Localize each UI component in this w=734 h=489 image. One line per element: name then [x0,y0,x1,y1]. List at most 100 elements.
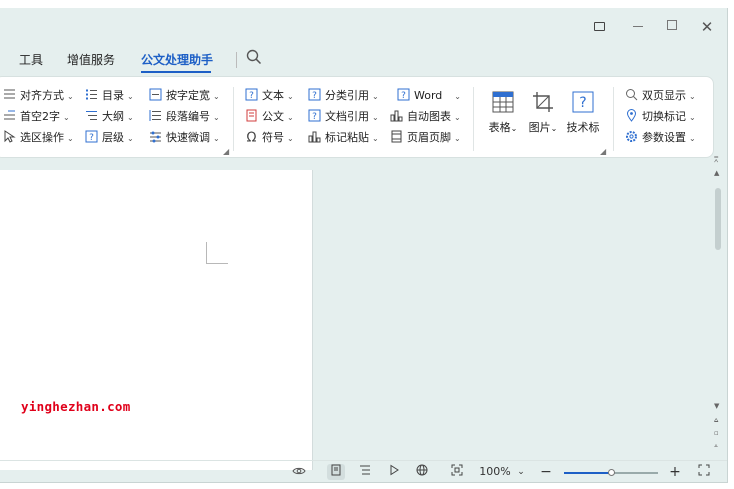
numbered-list-icon [149,110,161,121]
gear-icon [626,131,637,142]
scrollbar-thumb[interactable] [715,188,721,250]
scroll-top-icon[interactable]: ⩞ [714,156,718,165]
web-view-icon[interactable] [413,464,431,480]
scroll-up-icon[interactable]: ▲ [714,169,719,177]
text-label: 文本 [262,89,284,102]
header-footer-button[interactable]: 页眉页脚 ⌄ [390,129,461,147]
maximize-icon[interactable] [662,17,682,37]
restore-icon[interactable] [589,17,609,37]
toggle-mark-button[interactable]: 切换标记 ⌄ [625,108,696,126]
title-bar: ✕ [0,8,727,44]
auto-chart-label: 自动图表 [407,110,451,123]
image-label: 图片 [528,121,551,134]
toc-label: 目录 [102,89,124,102]
align-icon [4,89,15,99]
level-button[interactable]: ? 层级 ⌄ [85,129,134,147]
tech-mark-button[interactable]: ? 技术标 [566,91,600,135]
chevron-down-icon: ⌄ [213,113,220,122]
toc-button[interactable]: 目录 ⌄ [85,87,134,105]
page-view-icon[interactable] [327,464,345,480]
group-launcher-icon[interactable]: ◢ [223,147,229,156]
chart-icon [390,110,403,122]
symbol-button[interactable]: Ω 符号 ⌄ [245,129,294,147]
vertical-scrollbar[interactable]: ⩞ ▲ ▼ ⩠ ▫ ⩡ [710,156,726,466]
level-label: 层级 [102,131,124,144]
fit-page-icon[interactable] [448,464,466,480]
chevron-down-icon: ⌄ [550,124,558,133]
zoom-dropdown-icon[interactable]: ⌄ [514,464,528,480]
chevron-down-icon: ⌄ [213,92,220,101]
align-label: 对齐方式 [20,89,64,102]
crop-icon [533,92,553,112]
indent-icon [4,110,15,120]
svg-text:Ω: Ω [247,131,257,144]
chevron-down-icon: ⌄ [454,92,461,101]
toc-icon [86,89,97,100]
zoom-in-button[interactable]: + [667,464,683,480]
image-button[interactable]: 图片⌄ [526,91,560,135]
active-tab-indicator [141,71,211,73]
prev-page-icon[interactable]: ⩠ [714,416,718,425]
double-page-label: 双页显示 [642,89,686,102]
cursor-select-icon [4,130,16,143]
svg-text:?: ? [401,91,406,101]
window-bottom-border [0,482,728,483]
word-label: Word [414,89,443,102]
zoom-slider[interactable] [564,469,658,476]
text-button[interactable]: ? 文本 ⌄ [245,87,294,105]
next-page-icon[interactable]: ⩡ [714,442,718,451]
chevron-down-icon: ⌄ [287,113,294,122]
doc-ref-button[interactable]: ? 文档引用 ⌄ [308,108,379,126]
char-width-button[interactable]: 按字定宽 ⌄ [149,87,220,105]
eye-icon[interactable] [291,464,307,480]
scroll-down-icon[interactable]: ▼ [714,402,719,410]
chevron-down-icon: ⌄ [213,134,220,143]
tab-document-assistant[interactable]: 公文处理助手 [141,51,213,68]
page-icon [391,130,402,143]
minimize-icon[interactable] [628,17,648,37]
play-icon[interactable] [385,464,403,480]
first-indent-button[interactable]: 首空2字 ⌄ [3,108,70,126]
mark-paste-button[interactable]: 标记粘贴 ⌄ [308,129,379,147]
svg-text:?: ? [249,91,254,101]
zoom-slider-knob[interactable] [608,469,615,476]
align-button[interactable]: 对齐方式 ⌄ [3,87,74,105]
chevron-down-icon: ⌄ [67,134,74,143]
chevron-down-icon: ⌄ [372,134,379,143]
tab-separator [236,52,237,68]
table-button[interactable]: 表格⌄ [486,91,520,135]
quick-adjust-button[interactable]: 快速微调 ⌄ [149,129,220,147]
chevron-down-icon: ⌄ [372,92,379,101]
official-doc-button[interactable]: 公文 ⌄ [245,108,294,126]
double-page-button[interactable]: 双页显示 ⌄ [625,87,696,105]
outline-button[interactable]: 大纲 ⌄ [85,108,134,126]
document-page[interactable]: yinghezhan.com [0,170,313,470]
zoom-level[interactable]: 100% [476,464,514,480]
outline-icon [86,111,97,120]
group-launcher-icon[interactable]: ◢ [600,147,606,156]
param-settings-label: 参数设置 [642,131,686,144]
chevron-down-icon: ⌄ [689,92,696,101]
para-number-button[interactable]: 段落编号 ⌄ [149,108,220,126]
level-icon: ? [85,130,98,143]
fullscreen-icon[interactable] [696,464,712,480]
outline-label: 大纲 [102,110,124,123]
tab-value-added-services[interactable]: 增值服务 [67,51,115,68]
word-button[interactable]: ? Word ⌄ [397,87,461,105]
class-ref-button[interactable]: ? 分类引用 ⌄ [308,87,379,105]
zoom-out-button[interactable]: − [538,464,554,480]
close-icon[interactable]: ✕ [697,17,717,37]
select-browse-icon[interactable]: ▫ [714,429,719,437]
table-label: 表格 [488,121,511,134]
page-margin-corner [206,242,228,264]
select-op-button[interactable]: 选区操作 ⌄ [3,129,74,147]
tech-mark-label: 技术标 [566,121,600,134]
tab-tools[interactable]: 工具 [19,51,43,68]
search-icon[interactable] [246,49,264,67]
class-ref-label: 分类引用 [325,89,369,102]
outline-view-icon[interactable] [356,464,374,480]
chevron-down-icon: ⌄ [287,92,294,101]
param-settings-button[interactable]: 参数设置 ⌄ [625,129,696,147]
chevron-down-icon: ⌄ [63,113,70,122]
auto-chart-button[interactable]: 自动图表 ⌄ [390,108,461,126]
